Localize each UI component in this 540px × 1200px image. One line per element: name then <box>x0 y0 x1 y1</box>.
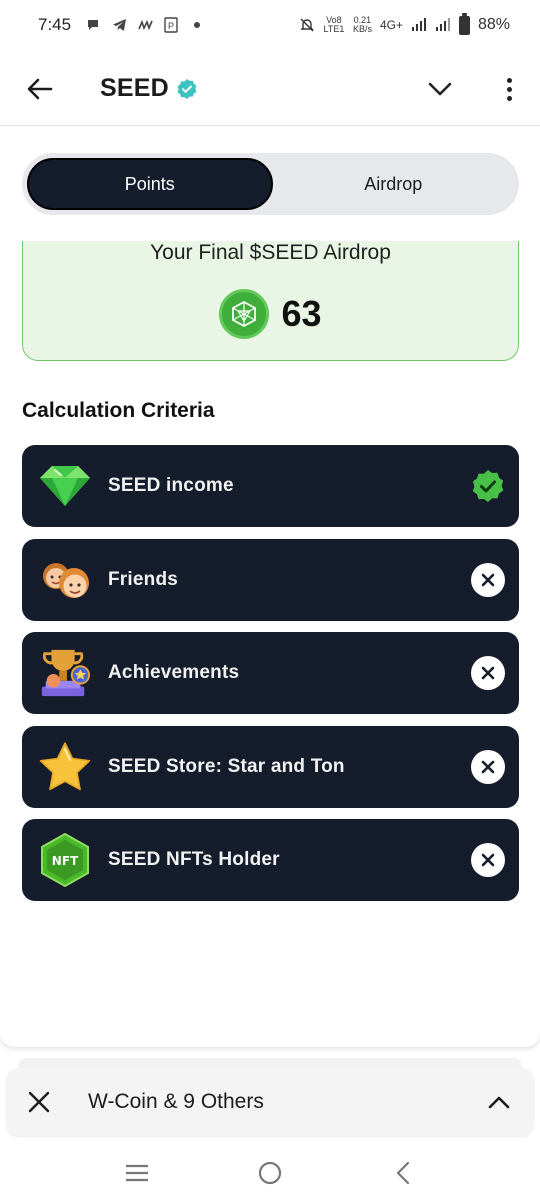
menu-lines-icon <box>125 1164 148 1181</box>
verified-badge-icon <box>177 78 197 99</box>
criteria-item-achievements[interactable]: Achievements <box>22 632 519 714</box>
more-vertical-icon-dot <box>506 95 512 101</box>
battery-percent: 88% <box>477 16 510 33</box>
mute-bell-icon <box>299 17 315 33</box>
speed-unit: KB/s <box>352 24 372 34</box>
criteria-item-seed-store[interactable]: SEED Store: Star and Ton <box>22 725 519 808</box>
speed-indicator: 0.21 KB/s <box>353 16 372 34</box>
more-menu-button[interactable] <box>494 69 524 109</box>
chat-bubble-icon <box>85 17 101 33</box>
nft-badge-icon: NFT <box>38 833 92 887</box>
status-left: 7:45 P <box>38 15 205 35</box>
star-icon <box>38 740 92 794</box>
back-button[interactable] <box>20 69 60 109</box>
status-right: Vo8 LTE1 0.21 KB/s 4G+ 88% <box>299 12 510 35</box>
criteria-label: SEED NFTs Holder <box>108 849 280 870</box>
criteria-list: SEED income Friends Achievements SEED St… <box>22 445 519 913</box>
system-nav-bar <box>0 1145 540 1200</box>
airdrop-summary-card: Your Final $SEED Airdrop 63 <box>22 241 519 361</box>
criteria-label: SEED income <box>108 475 234 496</box>
parking-app-icon: P <box>163 17 179 33</box>
battery-icon <box>458 12 470 35</box>
criteria-item-nft-holder[interactable]: NFT SEED NFTs Holder <box>22 819 519 901</box>
trophy-icon <box>38 646 92 700</box>
green-gem-icon <box>38 459 92 513</box>
criteria-label: SEED Store: Star and Ton <box>108 755 345 777</box>
criteria-label: Friends <box>108 568 179 590</box>
back-arrow-icon <box>27 78 53 99</box>
tab-airdrop[interactable]: Airdrop <box>273 158 515 210</box>
network-type: 4G+ <box>379 18 403 32</box>
page-title: SEED <box>100 74 169 102</box>
x-status-icon <box>471 562 505 597</box>
x-status-icon <box>471 656 505 690</box>
system-back-button[interactable] <box>383 1153 423 1193</box>
seed-coin-icon <box>219 289 270 339</box>
close-icon <box>28 1091 50 1113</box>
content-sheet: Points Airdrop Your Final $SEED Airdrop … <box>0 127 540 1047</box>
signal-bars-2-icon <box>435 17 451 33</box>
tab-switcher: Points Airdrop <box>22 153 519 215</box>
more-vertical-icon-dot <box>506 77 512 83</box>
recent-apps-button[interactable] <box>117 1153 157 1193</box>
criteria-item-friends[interactable]: Friends <box>22 538 519 621</box>
notification-dot-icon <box>189 17 205 33</box>
svg-text:NFT: NFT <box>52 854 79 868</box>
home-button[interactable] <box>250 1153 290 1193</box>
close-notification-button[interactable] <box>26 1089 52 1115</box>
criteria-item-seed-income[interactable]: SEED income <box>22 445 519 527</box>
criteria-heading: Calculation Criteria <box>22 399 215 422</box>
airdrop-value: 63 <box>281 293 322 334</box>
tab-points[interactable]: Points <box>27 158 273 210</box>
status-bar: 7:45 P Vo8 LTE1 0.21 KB/s 4G+ 88% <box>0 0 540 50</box>
friends-icon <box>38 553 92 607</box>
expand-notification-button[interactable] <box>484 1087 514 1117</box>
airdrop-title: Your Final $SEED Airdrop <box>150 241 391 264</box>
chevron-up-icon <box>488 1096 510 1109</box>
home-circle-icon <box>258 1161 282 1184</box>
wave-signal-icon <box>137 17 153 33</box>
x-status-icon <box>471 749 505 784</box>
more-vertical-icon-dot <box>506 86 512 92</box>
app-header: SEED <box>0 52 540 126</box>
x-status-icon <box>471 843 505 877</box>
expand-button[interactable] <box>420 69 460 109</box>
svg-text:P: P <box>168 21 174 31</box>
telegram-icon <box>111 17 127 33</box>
signal-bars-icon <box>411 17 427 33</box>
check-status-icon <box>471 469 505 503</box>
status-time: 7:45 <box>38 15 72 34</box>
criteria-label: Achievements <box>108 662 240 683</box>
airdrop-value-row: 63 <box>23 289 518 339</box>
chevron-down-icon <box>428 82 452 96</box>
mini-app-notification-bar[interactable]: W-Coin & 9 Others <box>6 1068 534 1136</box>
volte-indicator: Vo8 LTE1 <box>323 15 345 34</box>
notification-text: W-Coin & 9 Others <box>88 1090 264 1113</box>
back-chevron-icon <box>397 1161 410 1184</box>
title-wrap: SEED <box>100 74 197 103</box>
